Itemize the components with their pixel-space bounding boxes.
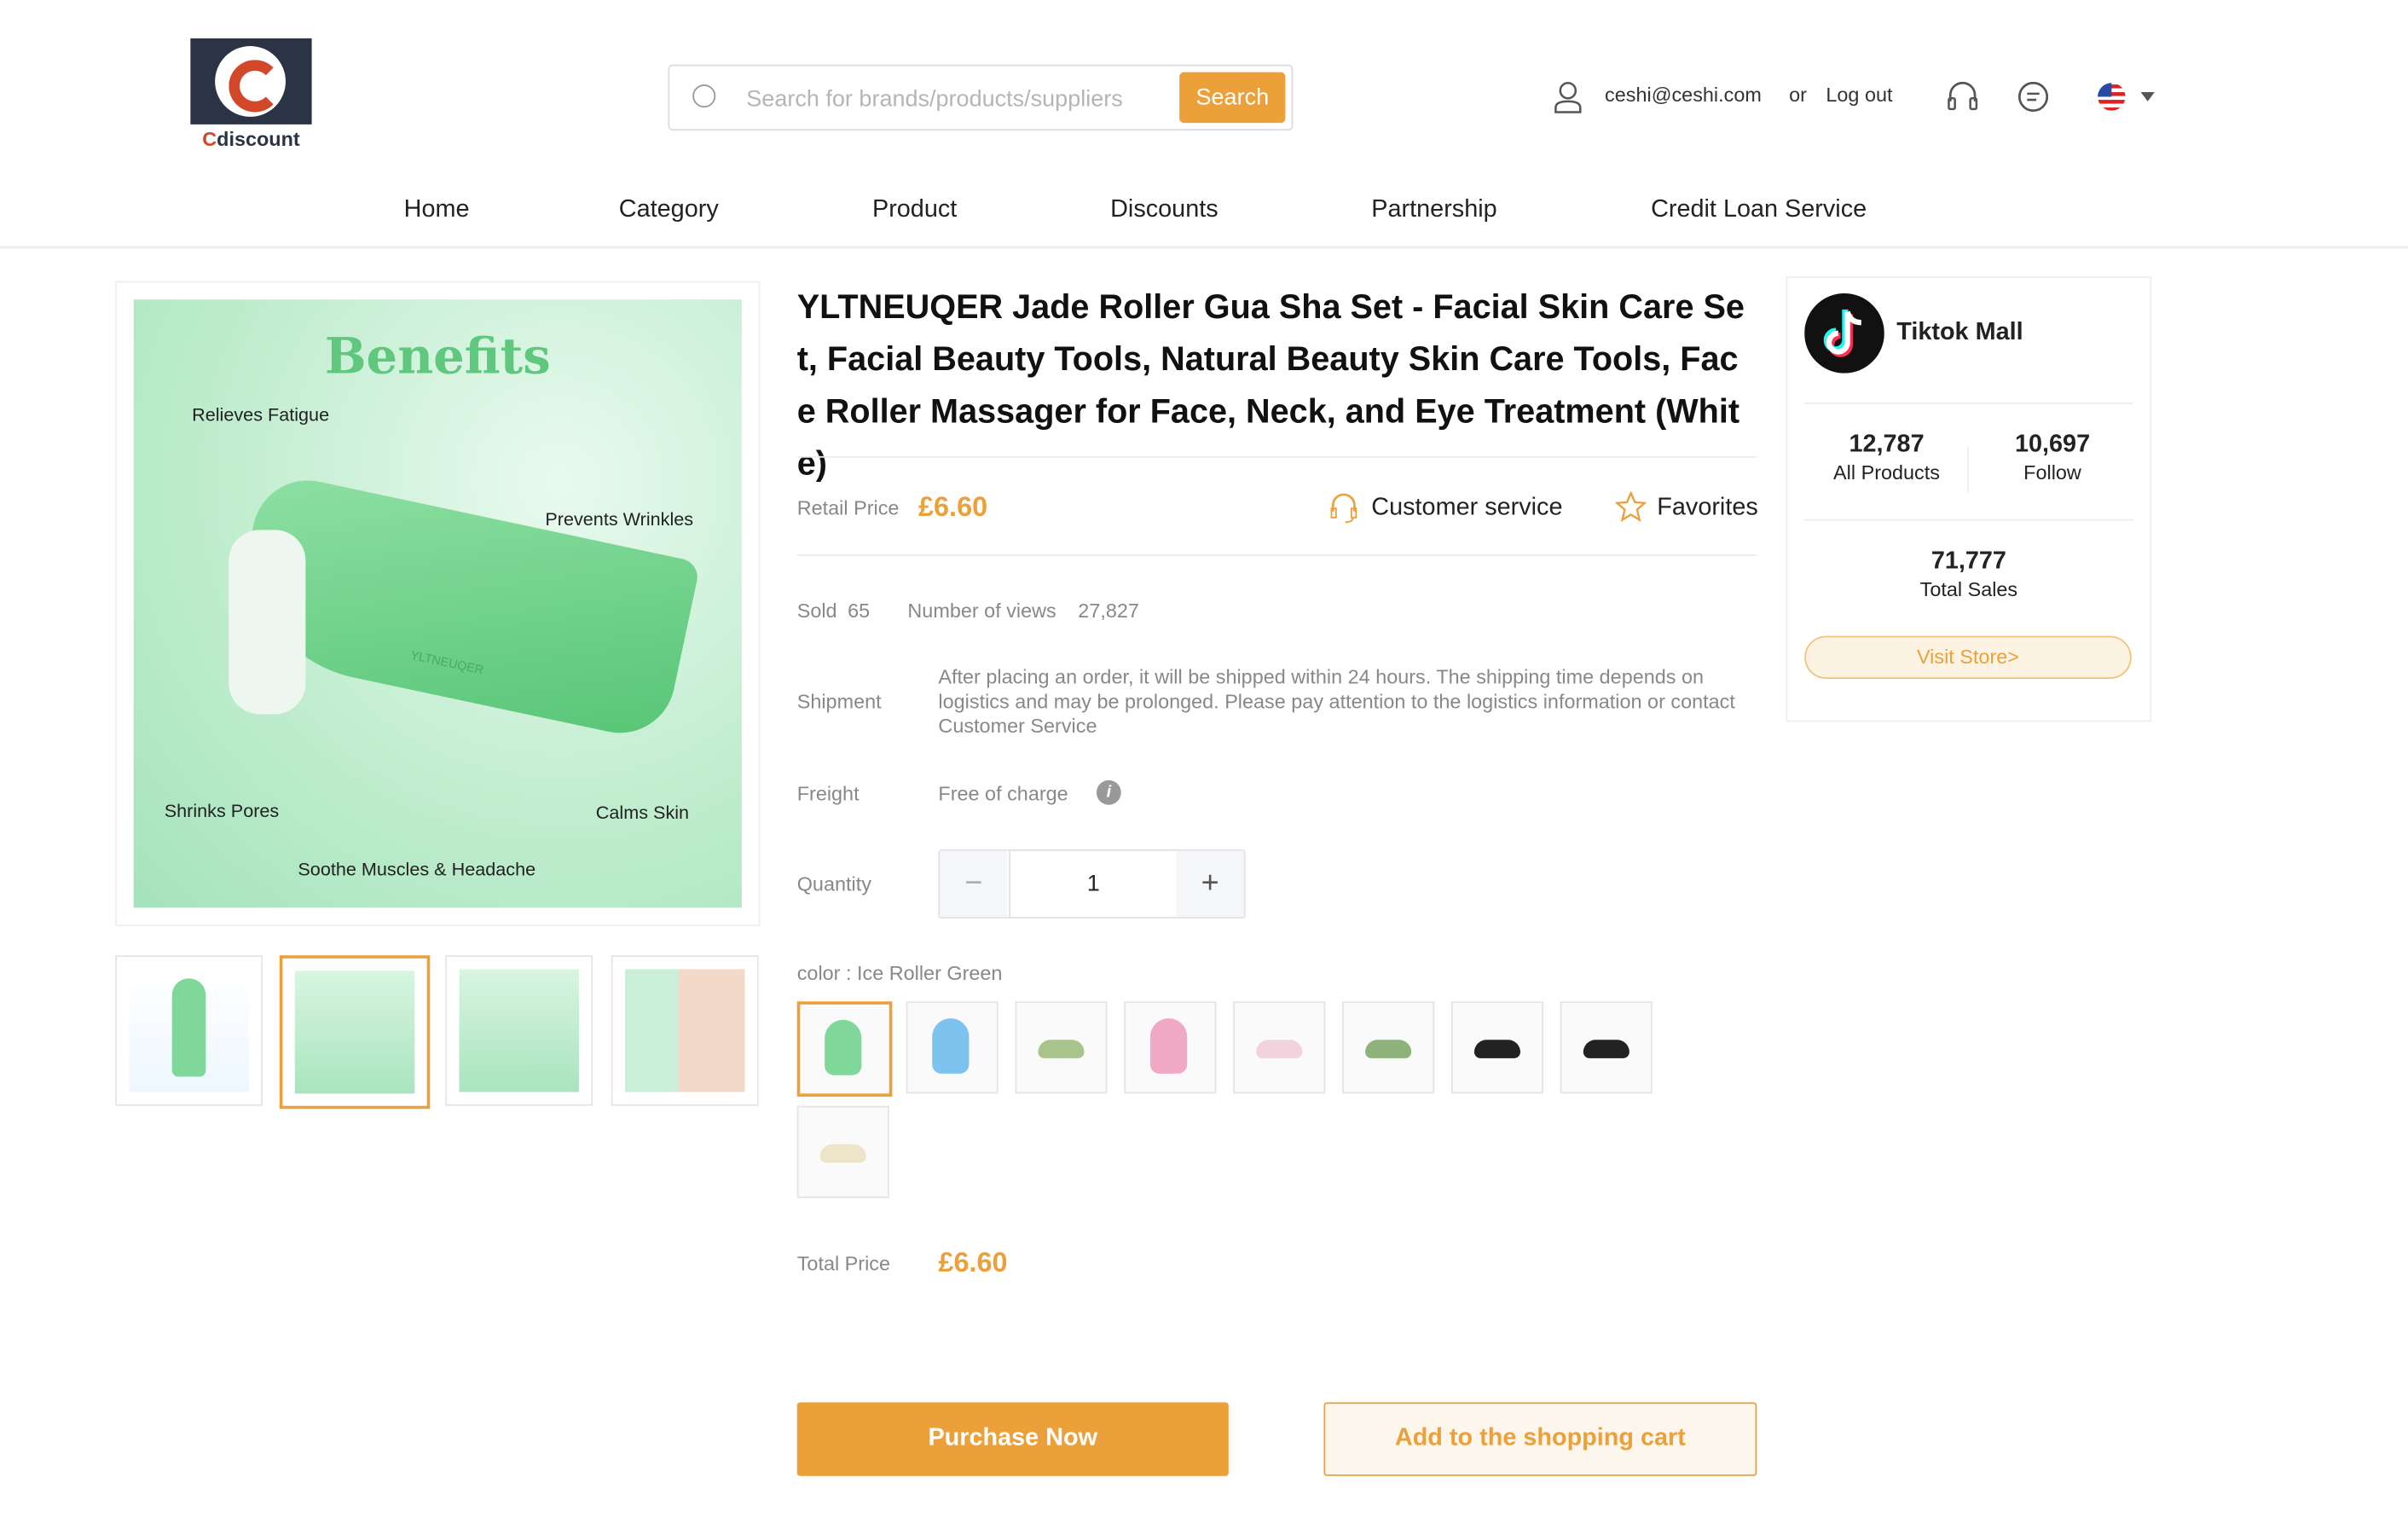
- sold-count: 65: [848, 599, 871, 623]
- stat-total-sales: 71,777 Total Sales: [1919, 548, 2018, 601]
- thumbnail[interactable]: [611, 955, 759, 1106]
- search-bar: Search: [668, 64, 1294, 131]
- color-swatch[interactable]: [1342, 1001, 1435, 1094]
- add-to-cart-button[interactable]: Add to the shopping cart: [1323, 1402, 1757, 1476]
- store-name[interactable]: Tiktok Mall: [1896, 320, 2023, 347]
- favorites-button[interactable]: Favorites: [1657, 495, 1758, 522]
- divider: [1804, 519, 2133, 521]
- stat-follow: 10,697 Follow: [2014, 432, 2091, 484]
- product-title: YLTNEUQER Jade Roller Gua Sha Set - Faci…: [796, 287, 1745, 483]
- increment-button[interactable]: +: [1176, 850, 1244, 918]
- retail-price: £6.60: [917, 491, 988, 523]
- image-label: Calms Skin: [595, 802, 690, 824]
- search-input[interactable]: [743, 78, 1180, 119]
- nav-home[interactable]: Home: [404, 197, 470, 224]
- freight-value: Free of charge: [938, 781, 1068, 805]
- color-swatch[interactable]: [1015, 1001, 1108, 1094]
- divider: [796, 554, 1757, 556]
- color-swatch[interactable]: [1450, 1001, 1544, 1094]
- views-count: 27,827: [1078, 599, 1139, 623]
- logout-link[interactable]: Log out: [1826, 83, 1892, 106]
- search-button[interactable]: Search: [1179, 72, 1286, 124]
- views-label: Number of views: [907, 599, 1056, 623]
- divider: [1804, 402, 2133, 404]
- decrement-button[interactable]: −: [940, 850, 1008, 918]
- image-label: Soothe Muscles & Headache: [298, 858, 536, 880]
- quantity-stepper: − 1 +: [938, 849, 1246, 918]
- total-price: £6.60: [938, 1247, 1008, 1278]
- shipment-label: Shipment: [796, 689, 882, 713]
- customer-service-icon[interactable]: [1328, 491, 1359, 525]
- image-title: Benefits: [324, 327, 551, 386]
- main-product-image[interactable]: Benefits Relieves Fatigue Prevents Wrink…: [115, 281, 761, 927]
- user-email[interactable]: ceshi@ceshi.com: [1605, 83, 1762, 106]
- nav-category[interactable]: Category: [619, 197, 719, 224]
- quantity-label: Quantity: [796, 872, 871, 895]
- roller-head-graphic: [229, 530, 306, 715]
- chevron-down-icon: [2140, 92, 2155, 101]
- or-text: or: [1789, 83, 1807, 107]
- color-swatch[interactable]: [1233, 1001, 1326, 1094]
- visit-store-button[interactable]: Visit Store>: [1804, 635, 2132, 680]
- search-icon: [692, 84, 716, 108]
- logo-text: Cdiscount: [202, 127, 300, 151]
- freight-label: Freight: [796, 781, 860, 805]
- nav-product[interactable]: Product: [872, 197, 957, 224]
- store-card: Tiktok Mall 12,787 All Products 10,697 Fol…: [1786, 276, 2152, 722]
- customer-service-button[interactable]: Customer service: [1371, 495, 1562, 522]
- chat-icon[interactable]: [2017, 80, 2051, 114]
- cdiscount-logo[interactable]: [190, 38, 312, 125]
- nav-partnership[interactable]: Partnership: [1371, 197, 1496, 224]
- quantity-input[interactable]: 1: [1009, 850, 1178, 918]
- color-swatch[interactable]: [1560, 1001, 1653, 1094]
- purchase-now-button[interactable]: Purchase Now: [796, 1402, 1229, 1476]
- info-icon[interactable]: i: [1096, 779, 1121, 805]
- retail-price-label: Retail Price: [796, 495, 900, 519]
- color-swatch[interactable]: [1124, 1001, 1217, 1094]
- stat-all-products: 12,787 All Products: [1833, 432, 1941, 484]
- divider: [796, 455, 1757, 458]
- nav-credit-loan-service[interactable]: Credit Loan Service: [1651, 197, 1867, 224]
- sold-label: Sold: [796, 599, 837, 623]
- color-swatch[interactable]: [796, 1105, 889, 1198]
- headset-icon[interactable]: [1946, 80, 1980, 114]
- total-price-label: Total Price: [796, 1251, 891, 1275]
- shipment-info: After placing an order, it will be shipp…: [938, 664, 1735, 738]
- nav-discounts[interactable]: Discounts: [1110, 197, 1218, 224]
- us-flag-icon[interactable]: [2096, 81, 2157, 112]
- color-swatch[interactable]: [906, 1001, 999, 1094]
- color-swatch-ice-roller-green[interactable]: [796, 1001, 893, 1097]
- user-icon[interactable]: [1553, 80, 1583, 114]
- thumbnail[interactable]: [115, 955, 263, 1106]
- color-label: color : Ice Roller Green: [796, 961, 1003, 985]
- star-icon[interactable]: [1615, 491, 1647, 523]
- thumbnail[interactable]: [445, 955, 593, 1106]
- image-label: Relieves Fatigue: [192, 403, 330, 426]
- image-label: Prevents Wrinkles: [545, 508, 694, 530]
- tiktok-logo-icon[interactable]: [1804, 293, 1884, 374]
- thumbnail-selected[interactable]: [279, 955, 431, 1110]
- header-divider: [0, 246, 2408, 249]
- image-label: Shrinks Pores: [164, 800, 280, 822]
